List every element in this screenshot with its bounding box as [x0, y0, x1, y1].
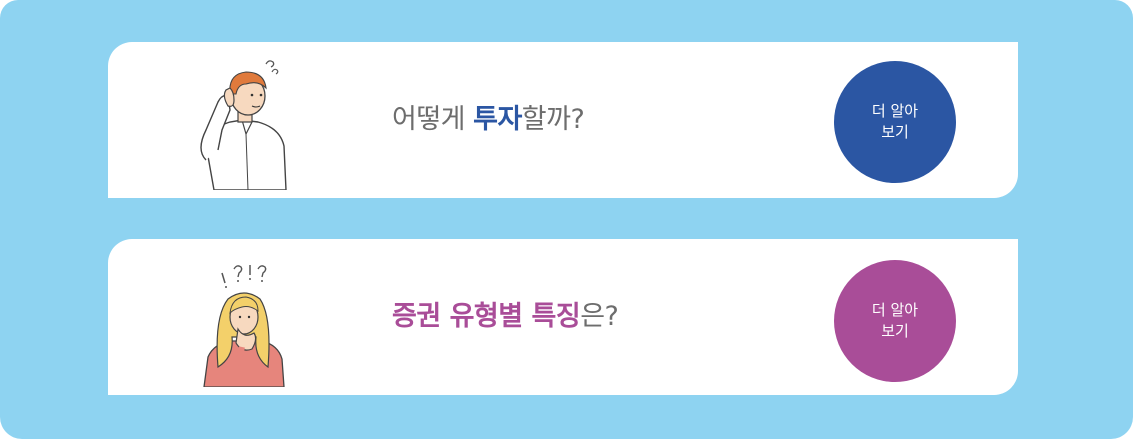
button-line-2: 보기	[881, 123, 909, 141]
man-listening-icon	[184, 50, 304, 190]
securities-card: 증권 유형별 특징은? 더 알아 보기	[108, 239, 1018, 395]
headline-prefix: 어떻게	[392, 104, 474, 135]
headline-suffix: 은?	[580, 301, 619, 332]
button-line-1: 더 알아	[871, 102, 919, 120]
headline-highlight: 증권 유형별 특징	[392, 301, 581, 332]
securities-headline: 증권 유형별 특징은?	[392, 301, 619, 333]
headline-highlight: 투자	[473, 104, 522, 135]
button-line-2: 보기	[881, 322, 909, 340]
background-panel: 어떻게 투자할까? 더 알아 보기 증권 유형별 특징은? 더 알아 보기	[0, 0, 1133, 439]
learn-more-button[interactable]: 더 알아 보기	[834, 61, 956, 183]
invest-headline: 어떻게 투자할까?	[392, 104, 585, 136]
invest-card: 어떻게 투자할까? 더 알아 보기	[108, 42, 1018, 198]
woman-thinking-icon	[184, 247, 304, 387]
learn-more-button[interactable]: 더 알아 보기	[834, 260, 956, 382]
button-line-1: 더 알아	[871, 301, 919, 319]
headline-suffix: 할까?	[521, 104, 585, 135]
